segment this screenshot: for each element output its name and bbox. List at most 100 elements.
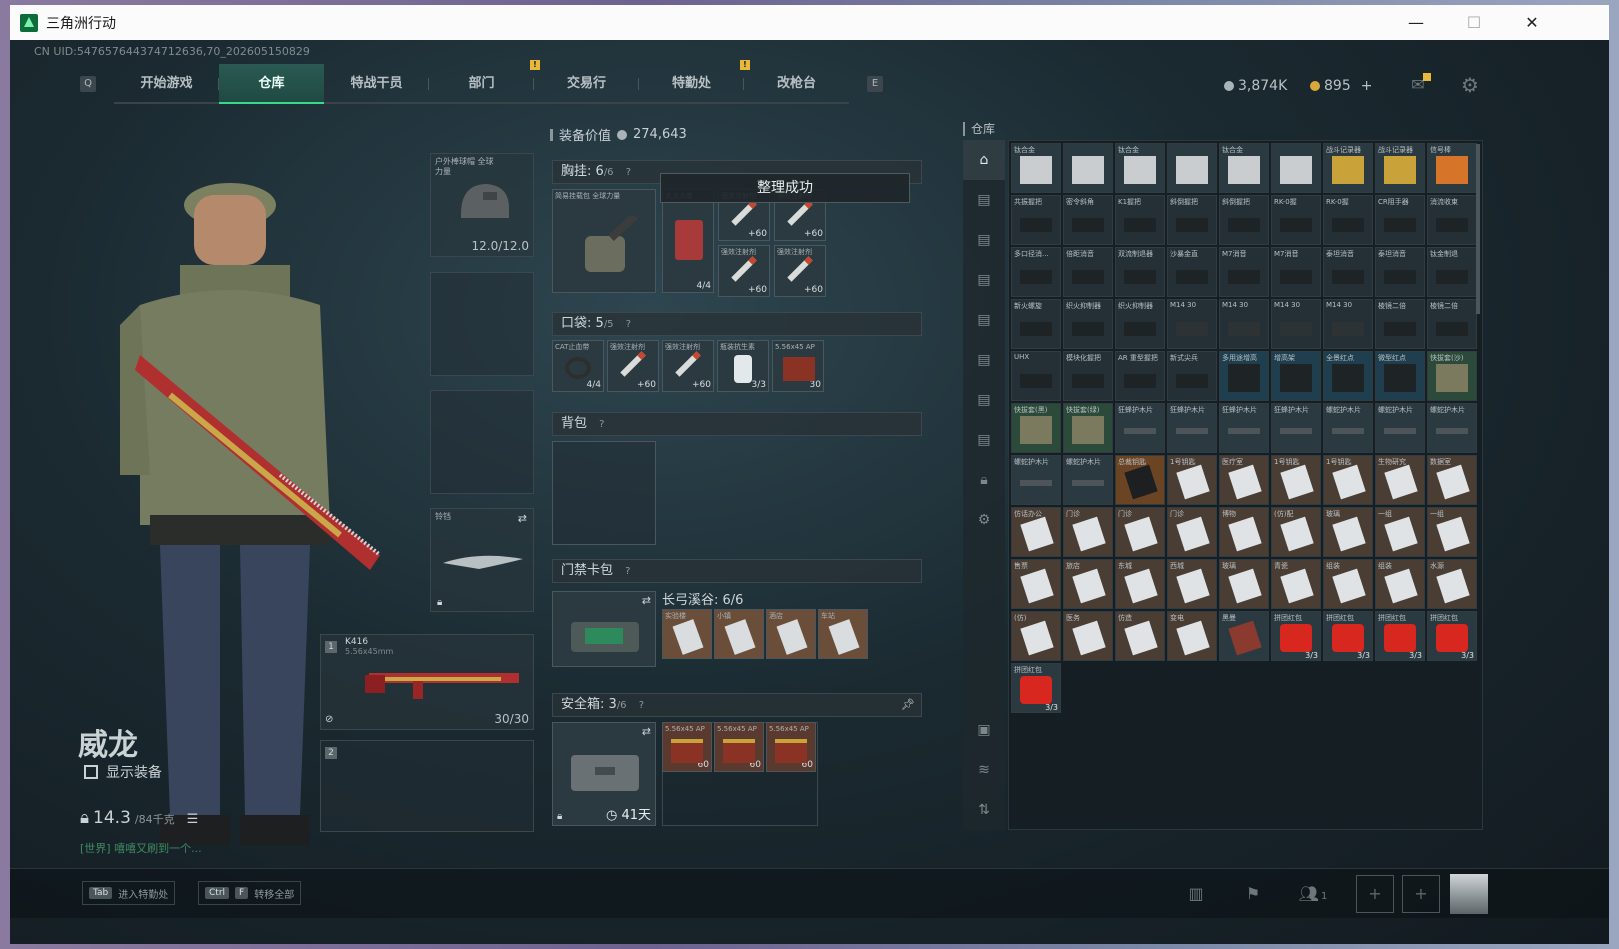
safebox-ammo-item[interactable]: 5.56x45 AP 60 bbox=[766, 722, 816, 772]
stash-item[interactable]: 新式尖兵 bbox=[1167, 351, 1217, 401]
world-chat[interactable]: [世界] 嘻嘻又刷到一个... bbox=[80, 840, 202, 856]
stash-scrollbar[interactable] bbox=[1476, 144, 1480, 314]
stash-item[interactable]: 医疗室 bbox=[1219, 455, 1269, 505]
stash-item[interactable]: 1号钥匙 bbox=[1271, 455, 1321, 505]
stash-item[interactable]: 斜倒握把 bbox=[1219, 195, 1269, 245]
stash-item[interactable]: 仿造 bbox=[1115, 611, 1165, 661]
stash-item[interactable]: 棱镜二倍 bbox=[1375, 299, 1425, 349]
stash-settings-icon[interactable]: ⚙ bbox=[963, 500, 1005, 540]
stash-item[interactable]: 旅店 bbox=[1063, 559, 1113, 609]
help-icon[interactable]: ? bbox=[626, 319, 631, 330]
stash-item[interactable]: 东城 bbox=[1115, 559, 1165, 609]
safebox-ammo-item[interactable]: 5.56x45 AP 60 bbox=[714, 722, 764, 772]
stash-item[interactable] bbox=[1063, 143, 1113, 193]
tab-start-game[interactable]: 开始游戏 bbox=[114, 64, 219, 104]
pocket-item[interactable]: 瓶装抗生素 3/3 bbox=[717, 340, 769, 392]
stash-item[interactable]: 斜倒握把 bbox=[1167, 195, 1217, 245]
primary-weapon-slot[interactable]: 1 K416 5.56x45mm ⊘ 30/30 bbox=[320, 634, 534, 730]
player-avatar[interactable] bbox=[1450, 874, 1488, 914]
stash-item[interactable]: 快拔套(沙) bbox=[1427, 351, 1477, 401]
party-slot-1[interactable]: + bbox=[1356, 875, 1394, 913]
stash-item[interactable]: 棱镜二倍 bbox=[1427, 299, 1477, 349]
stash-page-5-icon[interactable]: ▤ bbox=[963, 340, 1005, 380]
melee-slot[interactable]: 铃铛 ⇄ 🔒︎ bbox=[430, 508, 534, 612]
stash-item[interactable]: 组装 bbox=[1323, 559, 1373, 609]
stash-item[interactable]: 拼团红包 3/3 bbox=[1375, 611, 1425, 661]
stash-item[interactable]: 医务 bbox=[1063, 611, 1113, 661]
stash-item[interactable]: 螺蛇护木片 bbox=[1011, 455, 1061, 505]
stash-item[interactable]: 水源 bbox=[1427, 559, 1477, 609]
stash-item[interactable]: 钛合金 bbox=[1115, 143, 1165, 193]
stash-item[interactable]: 黑曼 bbox=[1219, 611, 1269, 661]
swap-icon[interactable]: ⇄ bbox=[518, 512, 527, 525]
stash-item[interactable]: 快拔套(黑) bbox=[1011, 403, 1061, 453]
stash-item[interactable]: 狂蜂护木片 bbox=[1219, 403, 1269, 453]
stash-item[interactable]: 多口径消... bbox=[1011, 247, 1061, 297]
tab-warehouse[interactable]: 仓库 bbox=[219, 64, 324, 104]
stash-item[interactable]: 玻璃 bbox=[1219, 559, 1269, 609]
settings-gear-icon[interactable]: ⚙ bbox=[1457, 72, 1483, 98]
stash-item[interactable]: 狂蜂护木片 bbox=[1115, 403, 1165, 453]
stash-lock-icon[interactable]: 🔒︎ bbox=[963, 460, 1005, 500]
stash-item[interactable]: 快拔套(绿) bbox=[1063, 403, 1113, 453]
tab-gunsmith[interactable]: 改枪台 bbox=[744, 64, 849, 104]
stash-item[interactable]: 泰坦消音 bbox=[1323, 247, 1373, 297]
stash-item[interactable]: 微型红点 bbox=[1375, 351, 1425, 401]
stash-item[interactable] bbox=[1167, 143, 1217, 193]
chest-item[interactable]: 强效注射剂 +60 bbox=[774, 245, 826, 297]
nav-key-left[interactable]: Q bbox=[80, 76, 96, 92]
stash-item[interactable]: 螺蛇护木片 bbox=[1375, 403, 1425, 453]
stash-item[interactable]: 增高架 bbox=[1271, 351, 1321, 401]
stash-item[interactable]: 玻璃 bbox=[1323, 507, 1373, 557]
stash-item[interactable]: 螺蛇护木片 bbox=[1063, 455, 1113, 505]
stash-item[interactable]: 门诊 bbox=[1115, 507, 1165, 557]
stash-item[interactable]: 钛金制退 bbox=[1427, 247, 1477, 297]
stash-item[interactable]: 钛合金 bbox=[1219, 143, 1269, 193]
secondary-weapon-slot[interactable]: 2 bbox=[320, 740, 534, 832]
swap-icon[interactable]: ⇄ bbox=[642, 594, 651, 607]
stash-item[interactable]: 战斗记录器 bbox=[1323, 143, 1373, 193]
stash-item[interactable]: 消流收束 bbox=[1427, 195, 1477, 245]
stash-sort-icon[interactable]: ⇅ bbox=[963, 790, 1005, 830]
list-icon[interactable]: ☰ bbox=[187, 812, 199, 827]
stash-item[interactable]: 拼团红包 3/3 bbox=[1427, 611, 1477, 661]
stash-item[interactable]: 数据室 bbox=[1427, 455, 1477, 505]
chest-rig-item[interactable]: 简易挂载包 全球力量 bbox=[552, 189, 656, 293]
stash-home-icon[interactable]: ⌂ bbox=[963, 140, 1005, 180]
stash-item[interactable]: UHX bbox=[1011, 351, 1061, 401]
stash-item[interactable]: AR 重型握把 bbox=[1115, 351, 1165, 401]
stash-item[interactable]: 织火抑制器 bbox=[1115, 299, 1165, 349]
stash-item[interactable]: 青瓷 bbox=[1271, 559, 1321, 609]
stash-page-2-icon[interactable]: ▤ bbox=[963, 220, 1005, 260]
stash-item[interactable]: 1号钥匙 bbox=[1167, 455, 1217, 505]
backpack-slot[interactable] bbox=[552, 441, 656, 545]
stash-item[interactable]: 组装 bbox=[1375, 559, 1425, 609]
safebox-item[interactable]: ⇄ 🔒︎ ◷ 41天 bbox=[552, 722, 656, 826]
stash-item[interactable]: 拼团红包 3/3 bbox=[1323, 611, 1373, 661]
nav-key-right[interactable]: E bbox=[867, 76, 883, 92]
stash-item[interactable]: M14 30 bbox=[1167, 299, 1217, 349]
checkbox-icon[interactable] bbox=[84, 765, 98, 779]
stash-item[interactable]: RK-0握 bbox=[1323, 195, 1373, 245]
stash-item[interactable]: 售票 bbox=[1011, 559, 1061, 609]
help-icon[interactable]: ? bbox=[625, 566, 630, 577]
stash-save-icon[interactable]: ▣ bbox=[963, 710, 1005, 750]
stash-item[interactable]: 狂蜂护木片 bbox=[1271, 403, 1321, 453]
help-icon[interactable]: ? bbox=[639, 700, 644, 711]
stash-item[interactable]: 模块化握把 bbox=[1063, 351, 1113, 401]
stash-item[interactable]: 螺蛇护木片 bbox=[1323, 403, 1373, 453]
tab-department[interactable]: 部门! bbox=[429, 60, 540, 104]
stash-page-1-icon[interactable]: ▤ bbox=[963, 180, 1005, 220]
stash-page-3-icon[interactable]: ▤ bbox=[963, 260, 1005, 300]
stash-item[interactable]: 变电 bbox=[1167, 611, 1217, 661]
stash-item[interactable]: M7消音 bbox=[1219, 247, 1269, 297]
close-button[interactable]: ✕ bbox=[1503, 5, 1561, 40]
stash-item[interactable]: 共振握把 bbox=[1011, 195, 1061, 245]
stash-item[interactable]: M14 30 bbox=[1219, 299, 1269, 349]
flag-icon[interactable]: ⚑ bbox=[1240, 881, 1266, 907]
stash-item[interactable]: 一组 bbox=[1375, 507, 1425, 557]
pocket-item[interactable]: CAT止血带 4/4 bbox=[552, 340, 604, 392]
stash-item[interactable]: 战斗记录器 bbox=[1375, 143, 1425, 193]
stash-item[interactable]: RK-0握 bbox=[1271, 195, 1321, 245]
stash-item[interactable]: M7消音 bbox=[1271, 247, 1321, 297]
